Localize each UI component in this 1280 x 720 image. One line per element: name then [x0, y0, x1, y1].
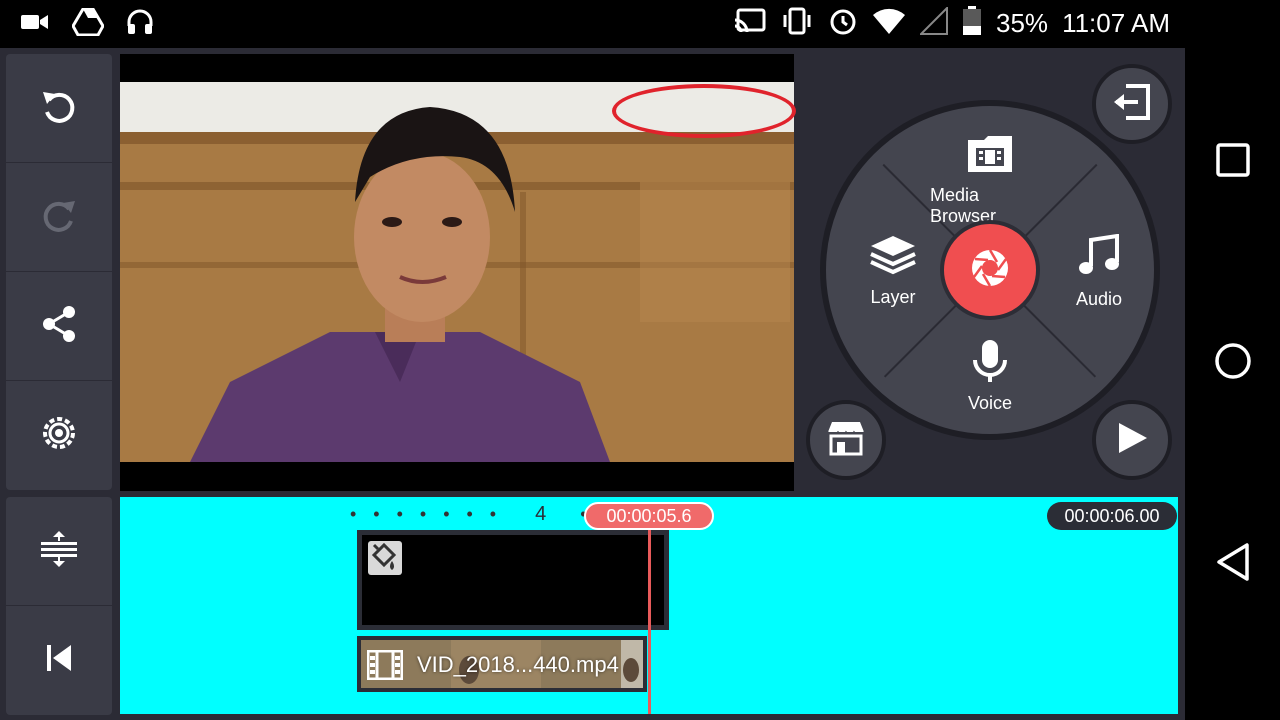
capture-button[interactable]: [940, 220, 1040, 320]
recents-icon: [1216, 143, 1250, 177]
audio-button[interactable]: Audio: [1054, 233, 1144, 310]
battery-icon: [962, 6, 982, 41]
headset-icon: [126, 8, 154, 41]
microphone-icon: [970, 338, 1010, 389]
current-time-badge: 00:00:05.6: [584, 502, 714, 530]
timeline-expand-icon: [39, 529, 79, 574]
exit-button[interactable]: [1092, 64, 1172, 144]
paint-bucket-icon: [368, 541, 402, 580]
highlight-annotation: [612, 84, 796, 138]
music-note-icon: [1077, 233, 1121, 283]
skip-to-start-icon: [43, 642, 75, 679]
status-bar-right-icons: 35% 11:07 AM: [734, 5, 1170, 41]
status-bar: 35% 11:07 AM: [0, 0, 1280, 48]
store-icon: [826, 420, 866, 461]
no-signal-icon: [918, 5, 949, 40]
wifi-icon: [872, 7, 906, 40]
camera-shutter-icon: [968, 246, 1012, 295]
undo-button[interactable]: [6, 54, 112, 163]
video-clip[interactable]: VID_2018...440.mp4: [357, 636, 647, 692]
battery-percent: 35%: [996, 8, 1049, 38]
layer-label: Layer: [870, 287, 916, 307]
skip-to-start-button[interactable]: [6, 606, 112, 715]
settings-button[interactable]: [6, 381, 112, 490]
redo-button[interactable]: [6, 163, 112, 272]
video-clip-name: VID_2018...440.mp4: [417, 652, 619, 677]
home-button[interactable]: [1213, 341, 1253, 386]
video-editor: Media Browser Layer Audio Voice ••••••• …: [0, 48, 1185, 720]
layers-icon: [869, 234, 917, 281]
recents-button[interactable]: [1216, 143, 1250, 182]
drive-icon: [71, 7, 105, 41]
cast-icon: [734, 8, 766, 39]
settings-icon: [39, 413, 79, 458]
home-icon: [1215, 343, 1251, 379]
left-toolbar-top: [6, 54, 112, 490]
left-toolbar-bottom: [6, 497, 112, 715]
media-wheel: Media Browser Layer Audio Voice: [820, 100, 1160, 440]
film-icon: [366, 649, 404, 685]
alarm-icon: [828, 6, 858, 41]
share-icon: [39, 304, 79, 349]
back-icon: [1217, 543, 1249, 581]
undo-icon: [37, 84, 81, 133]
redo-icon: [37, 193, 81, 242]
vibrate-icon: [780, 7, 814, 40]
navigation-bar: [1185, 0, 1280, 720]
layer-button[interactable]: Layer: [848, 234, 938, 308]
layer-clip[interactable]: [357, 530, 669, 630]
asset-store-button[interactable]: [806, 400, 886, 480]
timeline[interactable]: ••••••• 4 • VID_2018...440.mp4 00:00:05.: [120, 497, 1178, 714]
back-button[interactable]: [1215, 542, 1251, 587]
share-button[interactable]: [6, 272, 112, 381]
media-browser-button[interactable]: Media Browser: [930, 134, 1050, 227]
play-icon: [1115, 421, 1149, 460]
timeline-ruler: ••••••• 4 •: [350, 503, 604, 526]
ruler-ticks: •••••••: [350, 504, 514, 524]
end-time-badge: 00:00:06.00: [1047, 502, 1177, 530]
voice-button[interactable]: Voice: [945, 338, 1035, 414]
playhead[interactable]: [648, 527, 651, 714]
play-button[interactable]: [1092, 400, 1172, 480]
timeline-expand-button[interactable]: [6, 497, 112, 606]
ruler-marker-number: 4: [535, 503, 547, 525]
status-bar-left-icons: [20, 7, 154, 41]
voice-label: Voice: [967, 393, 1013, 413]
clock: 11:07 AM: [1062, 8, 1170, 38]
exit-icon: [1112, 83, 1152, 125]
video-frame-image: [120, 82, 794, 462]
camera-icon: [20, 10, 50, 39]
media-folder-icon: [966, 134, 1014, 179]
audio-label: Audio: [1075, 289, 1123, 309]
